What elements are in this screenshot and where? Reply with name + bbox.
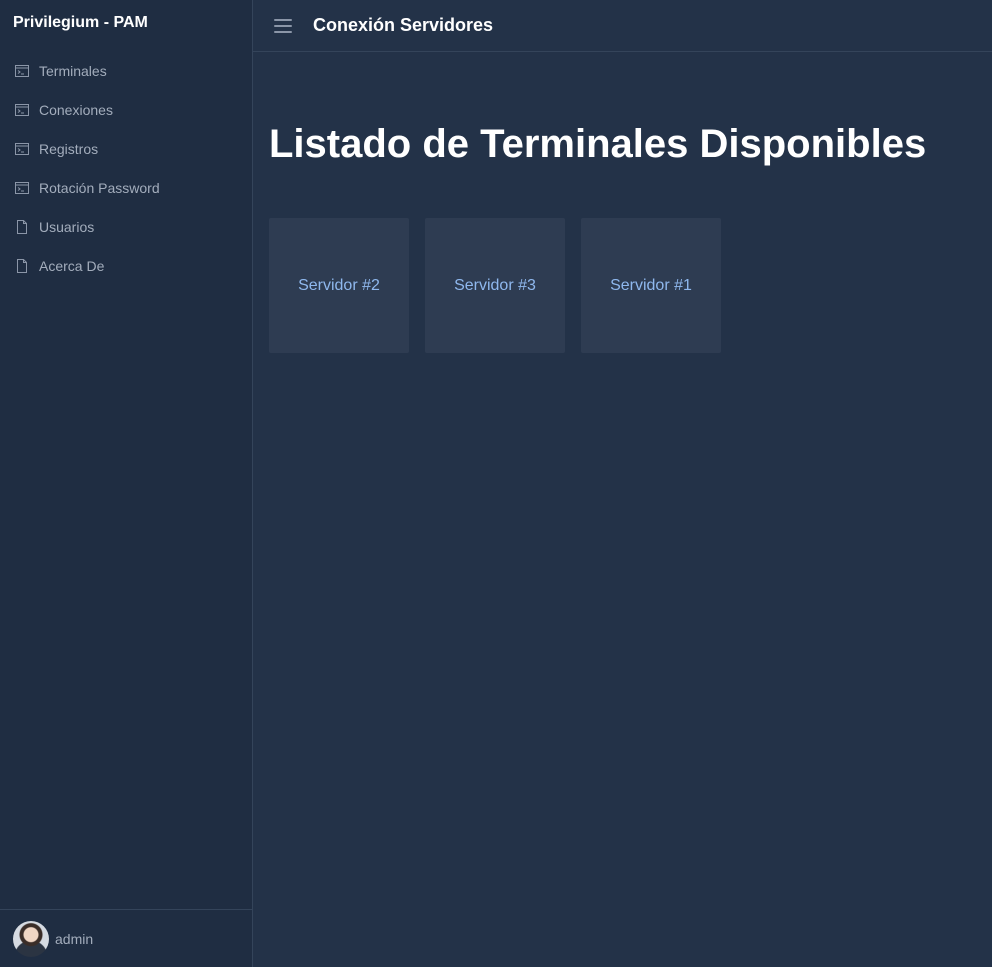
terminal-icon (15, 142, 29, 156)
server-card-list: Servidor #2 Servidor #3 Servidor #1 (269, 218, 737, 353)
sidebar-item-usuarios[interactable]: Usuarios (0, 207, 252, 246)
sidebar-item-rotacion-password[interactable]: Rotación Password (0, 168, 252, 207)
section-heading: Listado de Terminales Disponibles (269, 122, 927, 166)
sidebar-item-label: Usuarios (39, 218, 95, 235)
brand-title: Privilegium - PAM (13, 14, 148, 31)
page-title: Conexión Servidores (313, 15, 494, 35)
sidebar-nav: Terminales Conexiones Registros Rotación… (0, 51, 252, 285)
server-card[interactable]: Servidor #3 (425, 218, 565, 353)
user-name: admin (55, 930, 94, 947)
sidebar-item-label: Acerca De (39, 257, 105, 274)
document-icon (15, 258, 29, 273)
sidebar-item-label: Registros (39, 140, 99, 157)
sidebar-item-label: Conexiones (39, 101, 113, 118)
sidebar-item-conexiones[interactable]: Conexiones (0, 90, 252, 129)
document-icon (15, 219, 29, 234)
sidebar-item-registros[interactable]: Registros (0, 129, 252, 168)
sidebar: Privilegium - PAM Terminales Conexiones … (0, 0, 253, 967)
server-card[interactable]: Servidor #2 (269, 218, 409, 353)
main-content: Listado de Terminales Disponibles Servid… (253, 53, 992, 967)
top-header: Conexión Servidores (253, 0, 992, 52)
sidebar-item-acerca-de[interactable]: Acerca De (0, 246, 252, 285)
terminal-icon (15, 103, 29, 117)
sidebar-item-terminales[interactable]: Terminales (0, 51, 252, 90)
server-card[interactable]: Servidor #1 (581, 218, 721, 353)
terminal-icon (15, 181, 29, 195)
hamburger-menu-icon[interactable] (274, 19, 292, 33)
user-profile[interactable]: admin (0, 909, 252, 967)
app-window: Privilegium - PAM Terminales Conexiones … (0, 0, 992, 967)
avatar (13, 920, 49, 957)
sidebar-item-label: Rotación Password (39, 179, 160, 196)
terminal-icon (15, 64, 29, 78)
sidebar-item-label: Terminales (39, 62, 107, 79)
